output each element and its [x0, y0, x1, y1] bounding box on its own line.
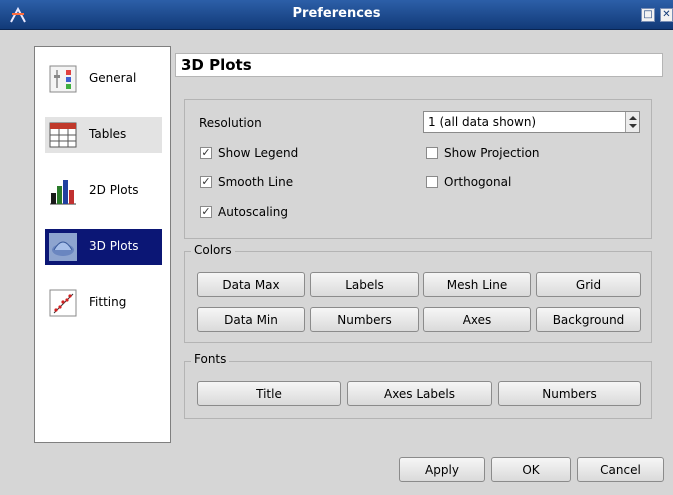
title-font-button[interactable]: Title	[197, 381, 341, 406]
checkbox-label: Smooth Line	[218, 175, 294, 189]
page-title: 3D Plots	[175, 53, 663, 77]
checkbox-label: Autoscaling	[218, 205, 288, 219]
sidebar-item-tables[interactable]: Tables	[45, 117, 162, 153]
checkbox-box[interactable]: ✓	[200, 176, 212, 188]
bar-chart-icon	[50, 180, 76, 205]
close-button[interactable]: ✕	[660, 8, 673, 22]
data-max-button[interactable]: Data Max	[197, 272, 305, 297]
sidebar-item-fitting[interactable]: Fitting	[45, 285, 162, 321]
axes-button[interactable]: Axes	[423, 307, 531, 332]
grid-button[interactable]: Grid	[536, 272, 641, 297]
colors-group-title: Colors	[191, 243, 235, 257]
sidebar-item-label: 2D Plots	[89, 183, 139, 197]
preferences-window: Preferences □ ✕ General Tables 2D Plots …	[0, 0, 673, 495]
3d-plot-icon	[49, 233, 77, 261]
table-icon	[49, 122, 77, 148]
axes-labels-font-button[interactable]: Axes Labels	[347, 381, 492, 406]
mesh-line-button[interactable]: Mesh Line	[423, 272, 531, 297]
fitting-icon	[49, 289, 77, 317]
title-bar: Preferences □ ✕	[0, 0, 673, 30]
cancel-button[interactable]: Cancel	[577, 457, 664, 482]
ok-button[interactable]: OK	[491, 457, 571, 482]
checkbox-label: Orthogonal	[444, 175, 512, 189]
background-button[interactable]: Background	[536, 307, 641, 332]
general-icon	[49, 65, 77, 93]
category-list: General Tables 2D Plots 3D Plots Fitting	[34, 46, 171, 443]
sidebar-item-3d-plots[interactable]: 3D Plots	[45, 229, 162, 265]
resolution-label: Resolution	[199, 116, 262, 130]
data-min-button[interactable]: Data Min	[197, 307, 305, 332]
checkbox-label: Show Projection	[444, 146, 540, 160]
checkbox-box[interactable]	[426, 147, 438, 159]
fonts-group-title: Fonts	[191, 352, 230, 366]
sidebar-item-general[interactable]: General	[45, 61, 162, 97]
window-title: Preferences	[292, 6, 381, 21]
smooth-line-checkbox[interactable]: ✓ Smooth Line	[200, 175, 293, 189]
show-projection-checkbox[interactable]: Show Projection	[426, 146, 540, 160]
sidebar-item-label: Fitting	[89, 295, 127, 309]
autoscaling-checkbox[interactable]: ✓ Autoscaling	[200, 205, 288, 219]
numbers-font-button[interactable]: Numbers	[498, 381, 641, 406]
sidebar-item-2d-plots[interactable]: 2D Plots	[45, 173, 162, 209]
arrow-up-icon[interactable]	[629, 116, 637, 120]
spinbox-arrows[interactable]	[625, 112, 639, 132]
apply-button[interactable]: Apply	[399, 457, 485, 482]
sidebar-item-label: Tables	[89, 127, 127, 141]
numbers-color-button[interactable]: Numbers	[310, 307, 419, 332]
maximize-button[interactable]: □	[641, 8, 655, 22]
show-legend-checkbox[interactable]: ✓ Show Legend	[200, 146, 298, 160]
checkbox-box[interactable]: ✓	[200, 147, 212, 159]
orthogonal-checkbox[interactable]: Orthogonal	[426, 175, 511, 189]
sidebar-item-label: 3D Plots	[89, 239, 139, 253]
arrow-down-icon[interactable]	[629, 124, 637, 128]
checkbox-box[interactable]	[426, 176, 438, 188]
sidebar-item-label: General	[89, 71, 137, 85]
resolution-spinbox[interactable]: 1 (all data shown)	[423, 111, 640, 133]
checkbox-label: Show Legend	[218, 146, 299, 160]
resolution-value: 1 (all data shown)	[428, 115, 537, 129]
labels-button[interactable]: Labels	[310, 272, 419, 297]
checkbox-box[interactable]: ✓	[200, 206, 212, 218]
